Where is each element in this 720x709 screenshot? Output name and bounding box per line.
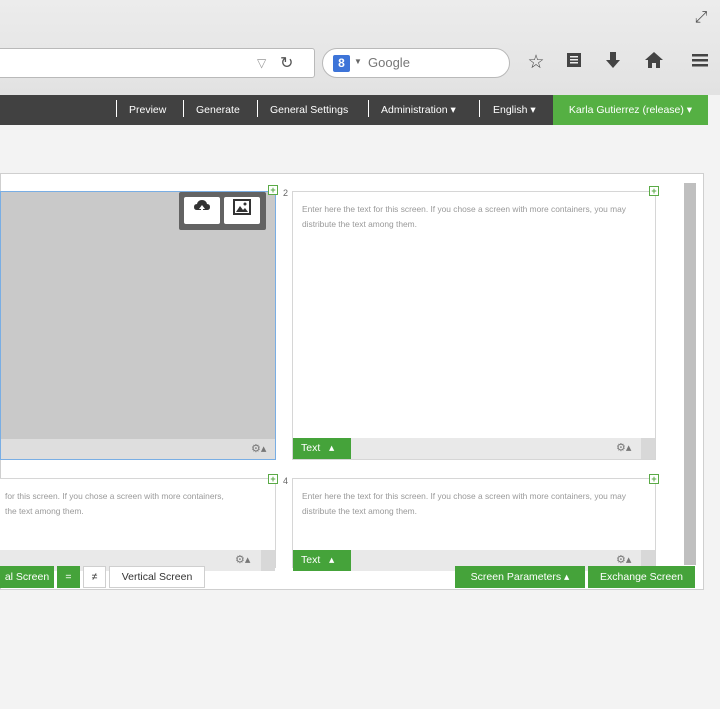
container-footer: Text ▴ ⚙▴ <box>293 438 655 459</box>
text-container-4[interactable]: Enter here the text for this screen. If … <box>292 478 656 571</box>
reload-icon[interactable]: ↻ <box>280 53 293 73</box>
nav-language[interactable]: English ▾ <box>493 95 536 125</box>
text-button-label: Text <box>301 442 321 454</box>
container-number: 4 <box>283 476 289 486</box>
add-container-icon[interactable]: + <box>268 185 278 195</box>
add-container-icon[interactable]: + <box>649 474 659 484</box>
reading-list-icon[interactable] <box>562 51 586 75</box>
nav-separator <box>183 100 184 117</box>
nav-separator <box>479 100 480 117</box>
app-navbar: Preview Generate General Settings Admini… <box>0 95 708 125</box>
vertical-screen-button[interactable]: Vertical Screen <box>109 566 205 588</box>
expand-icon[interactable]: ⤢ <box>692 9 710 27</box>
placeholder-line: the text among them. <box>5 506 84 516</box>
caret-up-icon: ▴ <box>329 442 335 454</box>
titlebar: ⤢ <box>0 0 720 38</box>
caret-down-icon[interactable]: ▼ <box>354 57 362 66</box>
caret-up-icon: ▴ <box>329 554 335 566</box>
nav-general-settings[interactable]: General Settings <box>270 95 348 125</box>
nav-separator <box>116 100 117 117</box>
chevron-down-icon[interactable]: ▽ <box>257 56 266 70</box>
bookmark-star-icon[interactable]: ☆ <box>524 51 548 75</box>
url-bar[interactable]: ▽ ↻ <box>0 48 315 78</box>
hamburger-menu-icon[interactable] <box>688 51 712 75</box>
home-icon[interactable] <box>642 51 666 75</box>
container-footer: ⚙▴ <box>1 439 275 459</box>
placeholder-text: Enter here the text for this screen. If … <box>302 204 626 229</box>
nav-generate[interactable]: Generate <box>196 95 240 125</box>
nav-preview[interactable]: Preview <box>129 95 166 125</box>
add-container-icon[interactable]: + <box>268 474 278 484</box>
bottom-toolbar: al Screen = ≠ Vertical Screen Screen Par… <box>0 566 700 590</box>
text-button-label: Text <box>301 554 321 566</box>
text-container-2[interactable]: Enter here the text for this screen. If … <box>292 191 656 460</box>
nav-separator <box>368 100 369 117</box>
search-engine-icon[interactable]: 8 <box>333 55 350 72</box>
image-icon[interactable] <box>224 197 260 224</box>
exchange-screen-button[interactable]: Exchange Screen <box>588 566 695 588</box>
search-placeholder: Google <box>368 55 410 70</box>
unequal-layout-button[interactable]: ≠ <box>83 566 106 588</box>
image-container[interactable]: ⚙▴ <box>0 191 276 460</box>
placeholder-line: for this screen. If you chose a screen w… <box>5 491 224 501</box>
settings-icon[interactable]: ⚙▴ <box>235 553 250 566</box>
settings-icon[interactable]: ⚙▴ <box>616 553 631 566</box>
scrollbar[interactable] <box>684 183 696 565</box>
horizontal-screen-button[interactable]: al Screen <box>0 566 54 588</box>
resize-handle[interactable] <box>641 438 655 459</box>
container-number: 2 <box>283 188 289 198</box>
downloads-icon[interactable] <box>601 51 625 75</box>
nav-separator <box>257 100 258 117</box>
nav-user-menu[interactable]: Karla Gutierrez (release) ▾ <box>553 95 708 125</box>
image-tools <box>179 192 266 230</box>
search-input[interactable]: 8 ▼ Google <box>322 48 510 78</box>
equal-layout-button[interactable]: = <box>57 566 80 588</box>
nav-administration[interactable]: Administration ▾ <box>381 95 456 125</box>
cloud-upload-icon[interactable] <box>184 197 220 224</box>
text-type-button[interactable]: Text ▴ <box>293 438 351 459</box>
text-container-3[interactable]: for this screen. If you chose a screen w… <box>0 478 276 571</box>
browser-chrome: ⤢ ▽ ↻ 8 ▼ Google ☆ <box>0 0 720 95</box>
settings-icon[interactable]: ⚙▴ <box>251 442 266 455</box>
settings-icon[interactable]: ⚙▴ <box>616 441 631 454</box>
add-container-icon[interactable]: + <box>649 186 659 196</box>
screen-parameters-button[interactable]: Screen Parameters ▴ <box>455 566 585 588</box>
placeholder-text: Enter here the text for this screen. If … <box>302 491 626 516</box>
